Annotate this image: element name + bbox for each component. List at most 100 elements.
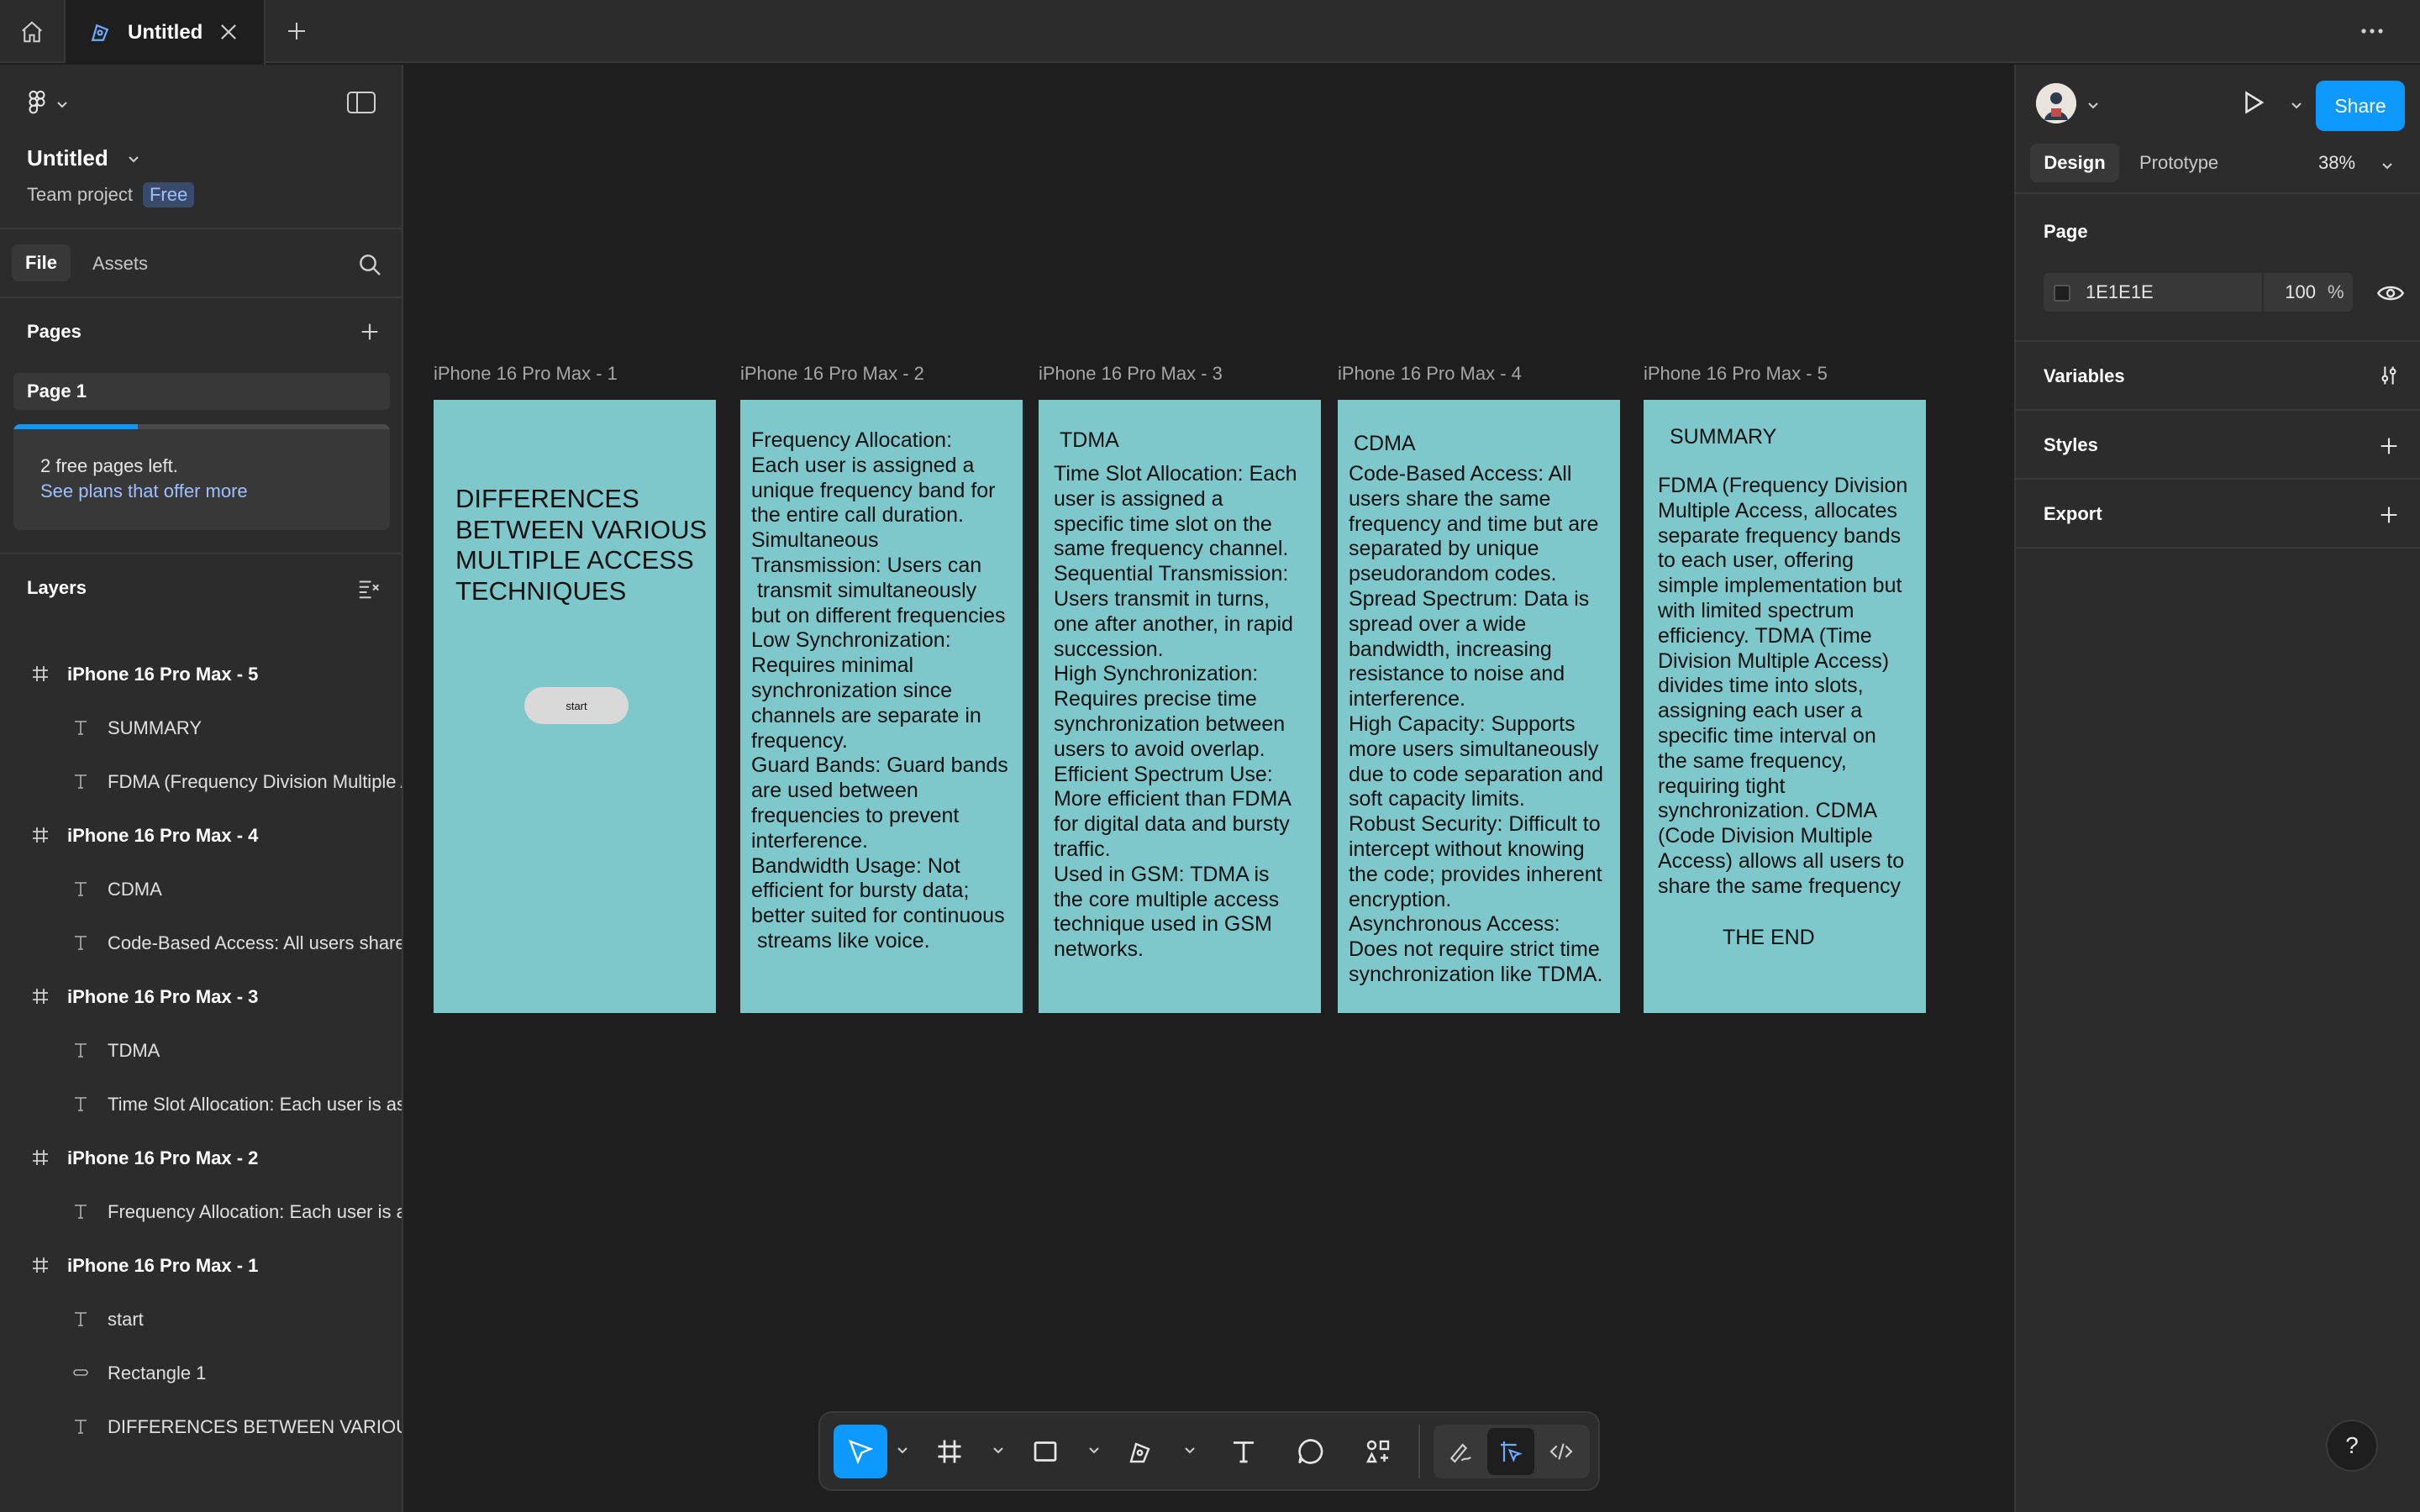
list-options-icon xyxy=(356,575,381,601)
eye-icon xyxy=(2377,281,2404,305)
see-plans-link[interactable]: See plans that offer more xyxy=(40,480,248,502)
layer-label: iPhone 16 Pro Max - 3 xyxy=(67,986,259,1007)
frame-iphone-16-pro-max-2[interactable]: Frequency Allocation: Each user is assig… xyxy=(740,400,1023,1013)
frame-label[interactable]: iPhone 16 Pro Max - 3 xyxy=(1039,363,1223,385)
tdma-details-text[interactable]: Time Slot Allocation: Each user is assig… xyxy=(1054,462,1297,963)
text-tool-button[interactable] xyxy=(1218,1425,1269,1478)
page-opacity-value[interactable]: 100 xyxy=(2265,281,2316,303)
chevron-down-icon[interactable] xyxy=(2290,98,2303,112)
start-button-label: start xyxy=(566,699,587,712)
sidebar-toggle-button[interactable] xyxy=(346,90,376,115)
main-menu-button[interactable] xyxy=(27,90,69,118)
new-tab-button[interactable] xyxy=(284,18,309,44)
share-button[interactable]: Share xyxy=(2316,81,2405,131)
layer-row-frame[interactable]: iPhone 16 Pro Max - 2 xyxy=(0,1131,402,1184)
layer-row[interactable]: start xyxy=(0,1292,402,1346)
team-project-label: Team project xyxy=(27,184,133,205)
cursor-arrow-icon xyxy=(845,1436,876,1467)
free-pages-text: 2 free pages left. xyxy=(40,455,178,476)
tab-prototype[interactable]: Prototype xyxy=(2139,152,2218,174)
chevron-down-icon[interactable] xyxy=(896,1443,909,1457)
design-mode-button[interactable] xyxy=(1491,1428,1531,1475)
tab-assets[interactable]: Assets xyxy=(92,253,148,275)
search-button[interactable] xyxy=(356,251,383,278)
close-icon[interactable] xyxy=(217,20,240,44)
page-color-value[interactable]: 1E1E1E xyxy=(2086,281,2154,303)
pen-tool-button[interactable] xyxy=(1116,1425,1166,1478)
avatar[interactable] xyxy=(2036,83,2076,123)
frame-iphone-16-pro-max-4[interactable]: CDMA Code-Based Access: All users share … xyxy=(1338,400,1620,1013)
rectangle-tool-button[interactable] xyxy=(1020,1425,1071,1478)
file-tab[interactable]: Untitled xyxy=(66,0,266,65)
layer-row-frame[interactable]: iPhone 16 Pro Max - 4 xyxy=(0,808,402,862)
zoom-level[interactable]: 38% xyxy=(2318,152,2355,174)
canvas[interactable]: iPhone 16 Pro Max - 1 iPhone 16 Pro Max … xyxy=(405,65,2014,1512)
add-export-button[interactable] xyxy=(2377,503,2401,527)
layer-row[interactable]: TDMA xyxy=(0,1023,402,1077)
frame-hash-icon xyxy=(30,1255,50,1275)
plus-icon xyxy=(2377,434,2401,458)
frame-label[interactable]: iPhone 16 Pro Max - 5 xyxy=(1644,363,1828,385)
cdma-details-text[interactable]: Code-Based Access: All users share the s… xyxy=(1349,462,1603,988)
variables-button[interactable] xyxy=(2377,364,2401,387)
present-button[interactable] xyxy=(2239,88,2268,117)
page-item-page-1[interactable]: Page 1 xyxy=(13,373,390,410)
help-button[interactable]: ? xyxy=(2326,1420,2378,1472)
fdma-details-text[interactable]: Frequency Allocation: Each user is assig… xyxy=(751,428,1008,954)
page-background-field[interactable]: 1E1E1E 100 % xyxy=(2044,273,2353,312)
frame-label[interactable]: iPhone 16 Pro Max - 1 xyxy=(434,363,618,385)
visibility-toggle[interactable] xyxy=(2377,281,2404,305)
frame-tool-button[interactable] xyxy=(924,1425,975,1478)
bottom-toolbar xyxy=(818,1411,1600,1491)
frame-iphone-16-pro-max-1[interactable]: DIFFERENCES BETWEEN VARIOUS MULTIPLE ACC… xyxy=(434,400,716,1013)
summary-text[interactable]: FDMA (Frequency Division Multiple Access… xyxy=(1658,474,1907,900)
layer-row[interactable]: DIFFERENCES BETWEEN VARIOUS MULTIPLE ACC… xyxy=(0,1399,402,1453)
add-style-button[interactable] xyxy=(2377,434,2401,458)
layer-row[interactable]: Frequency Allocation: Each user is assig… xyxy=(0,1184,402,1238)
divider xyxy=(2016,547,2420,549)
frame-label[interactable]: iPhone 16 Pro Max - 2 xyxy=(740,363,924,385)
layer-row-frame[interactable]: iPhone 16 Pro Max - 5 xyxy=(0,647,402,701)
the-end-text[interactable]: THE END xyxy=(1723,926,1815,950)
variables-section-title: Variables xyxy=(2044,365,2125,386)
comment-tool-button[interactable] xyxy=(1286,1425,1336,1478)
chevron-down-icon[interactable] xyxy=(2381,159,2394,172)
home-tab[interactable] xyxy=(0,0,66,63)
layer-row[interactable]: Time Slot Allocation: Each user is assig… xyxy=(0,1077,402,1131)
start-button-rectangle[interactable]: start xyxy=(524,687,629,724)
frame-label[interactable]: iPhone 16 Pro Max - 4 xyxy=(1338,363,1522,385)
chevron-down-icon[interactable] xyxy=(1183,1443,1197,1457)
layer-row[interactable]: Code-Based Access: All users share the s… xyxy=(0,916,402,969)
tdma-heading[interactable]: TDMA xyxy=(1060,428,1119,453)
pages-header: Pages xyxy=(27,321,82,342)
layer-row-frame[interactable]: iPhone 16 Pro Max - 3 xyxy=(0,969,402,1023)
layer-row[interactable]: Rectangle 1 xyxy=(0,1346,402,1399)
page-item-label: Page 1 xyxy=(27,381,87,402)
frame-hash-icon xyxy=(30,664,50,684)
cdma-heading[interactable]: CDMA xyxy=(1354,432,1416,456)
layer-row-frame[interactable]: iPhone 16 Pro Max - 1 xyxy=(0,1238,402,1292)
tab-design[interactable]: Design xyxy=(2030,144,2119,182)
file-name-menu[interactable]: Untitled xyxy=(27,145,140,171)
frame-iphone-16-pro-max-5[interactable]: SUMMARY FDMA (Frequency Division Multipl… xyxy=(1644,400,1926,1013)
search-icon xyxy=(356,251,383,278)
chevron-down-icon[interactable] xyxy=(2086,98,2100,112)
move-tool-button[interactable] xyxy=(834,1425,887,1478)
tab-file[interactable]: File xyxy=(12,244,71,281)
color-swatch[interactable] xyxy=(2054,285,2070,302)
draw-mode-button[interactable] xyxy=(1440,1428,1481,1475)
add-page-button[interactable] xyxy=(358,320,381,344)
actions-tool-button[interactable] xyxy=(1353,1425,1403,1478)
more-menu-button[interactable] xyxy=(2358,18,2386,44)
layers-options-button[interactable] xyxy=(356,575,381,601)
layer-row[interactable]: CDMA xyxy=(0,862,402,916)
summary-heading[interactable]: SUMMARY xyxy=(1670,425,1776,449)
frame1-title-text[interactable]: DIFFERENCES BETWEEN VARIOUS MULTIPLE ACC… xyxy=(455,484,707,606)
chevron-down-icon[interactable] xyxy=(992,1443,1005,1457)
layer-row[interactable]: FDMA (Frequency Division Multiple Access… xyxy=(0,754,402,808)
chevron-down-icon[interactable] xyxy=(1087,1443,1101,1457)
figma-logo-icon xyxy=(27,90,47,118)
frame-iphone-16-pro-max-3[interactable]: TDMA Time Slot Allocation: Each user is … xyxy=(1039,400,1321,1013)
dev-mode-button[interactable] xyxy=(1541,1428,1581,1475)
layer-row[interactable]: SUMMARY xyxy=(0,701,402,754)
